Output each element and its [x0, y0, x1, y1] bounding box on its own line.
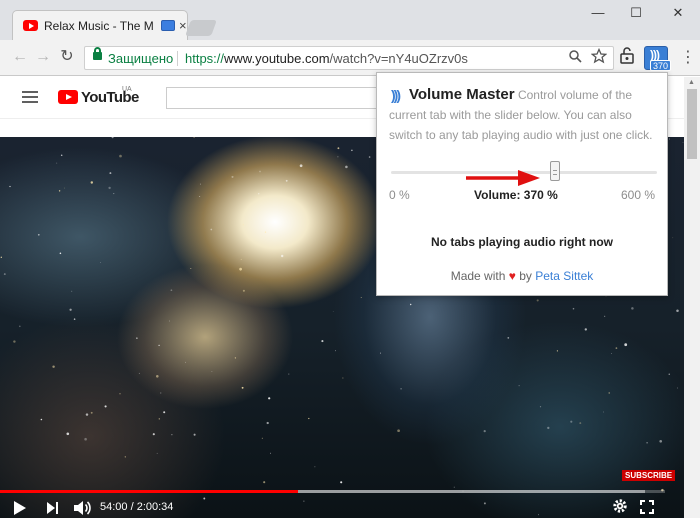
page-scrollbar[interactable]: ▲	[684, 77, 700, 518]
tab-close-icon[interactable]: ×	[179, 18, 187, 33]
extension-icon[interactable]	[618, 46, 642, 70]
fullscreen-icon[interactable]	[640, 500, 654, 514]
volume-min-label: 0 %	[389, 188, 410, 202]
volume-master-popup: ))) Volume Master Control volume of the …	[376, 72, 668, 296]
volume-icon[interactable]	[73, 500, 91, 518]
subscribe-watermark[interactable]: SUBSCRIBE	[622, 470, 676, 481]
region-code: UA	[122, 86, 132, 93]
url-host: www.youtube.com	[224, 51, 330, 66]
menu-icon[interactable]	[22, 91, 38, 103]
volume-badge: 370	[650, 60, 672, 71]
youtube-favicon-icon	[23, 20, 38, 31]
volume-value-label: Volume: 370 %	[474, 188, 558, 202]
heart-icon: ♥	[508, 269, 516, 283]
close-window-button[interactable]: ✕	[663, 5, 693, 21]
tab-title: Relax Music - The Mo	[44, 19, 154, 33]
volume-slider-track[interactable]	[391, 171, 657, 174]
reload-button[interactable]: ↻	[57, 48, 77, 66]
address-bar[interactable]: Защищено https://www.youtube.com/watch?v…	[84, 46, 614, 70]
security-label[interactable]: Защищено	[108, 51, 173, 66]
back-button[interactable]: ←	[10, 48, 30, 66]
maximize-button[interactable]: ☐	[621, 5, 651, 21]
zoom-icon[interactable]	[569, 50, 582, 66]
next-icon[interactable]	[47, 502, 59, 514]
url-scheme: https://	[185, 51, 225, 66]
made-with-text: Made with	[450, 269, 506, 283]
forward-button[interactable]: →	[33, 48, 53, 66]
author-link[interactable]: Peta Sittek	[535, 269, 593, 283]
browser-titlebar: Relax Music - The Mo × — ☐ ✕	[0, 0, 700, 40]
url-text[interactable]: https://www.youtube.com/watch?v=nY4uOZrz…	[185, 51, 468, 66]
browser-menu-button[interactable]: ⋮	[680, 46, 696, 70]
minimize-button[interactable]: —	[583, 5, 613, 20]
scroll-up-icon[interactable]: ▲	[688, 79, 695, 86]
browser-tab[interactable]: Relax Music - The Mo ×	[12, 10, 188, 40]
url-path: /watch?v=nY4uOZrzv0s	[329, 51, 468, 66]
time-display: 54:00 / 2:00:34	[100, 501, 174, 513]
credits: Made with ♥ by Peta Sittek	[377, 269, 667, 283]
volume-slider-thumb[interactable]	[550, 161, 561, 181]
cast-icon	[161, 20, 175, 31]
new-tab-button[interactable]	[185, 20, 217, 36]
star-icon[interactable]	[590, 47, 608, 67]
by-text: by	[519, 269, 532, 283]
youtube-logo-icon	[58, 90, 78, 104]
gear-icon[interactable]	[612, 498, 628, 518]
progress-played	[0, 490, 298, 493]
omnibox-divider	[177, 51, 178, 66]
no-tabs-message: No tabs playing audio right now	[431, 235, 613, 249]
browser-toolbar: ← → ↻ Защищено https://www.youtube.com/w…	[0, 40, 700, 76]
popup-title: Volume Master	[409, 86, 515, 103]
lock-icon[interactable]	[93, 47, 102, 60]
volume-max-label: 600 %	[621, 188, 656, 202]
scroll-thumb[interactable]	[687, 89, 697, 159]
play-icon[interactable]	[14, 501, 26, 515]
popup-header: Volume Master Control volume of the curr…	[389, 85, 659, 145]
progress-bar[interactable]	[0, 490, 665, 493]
